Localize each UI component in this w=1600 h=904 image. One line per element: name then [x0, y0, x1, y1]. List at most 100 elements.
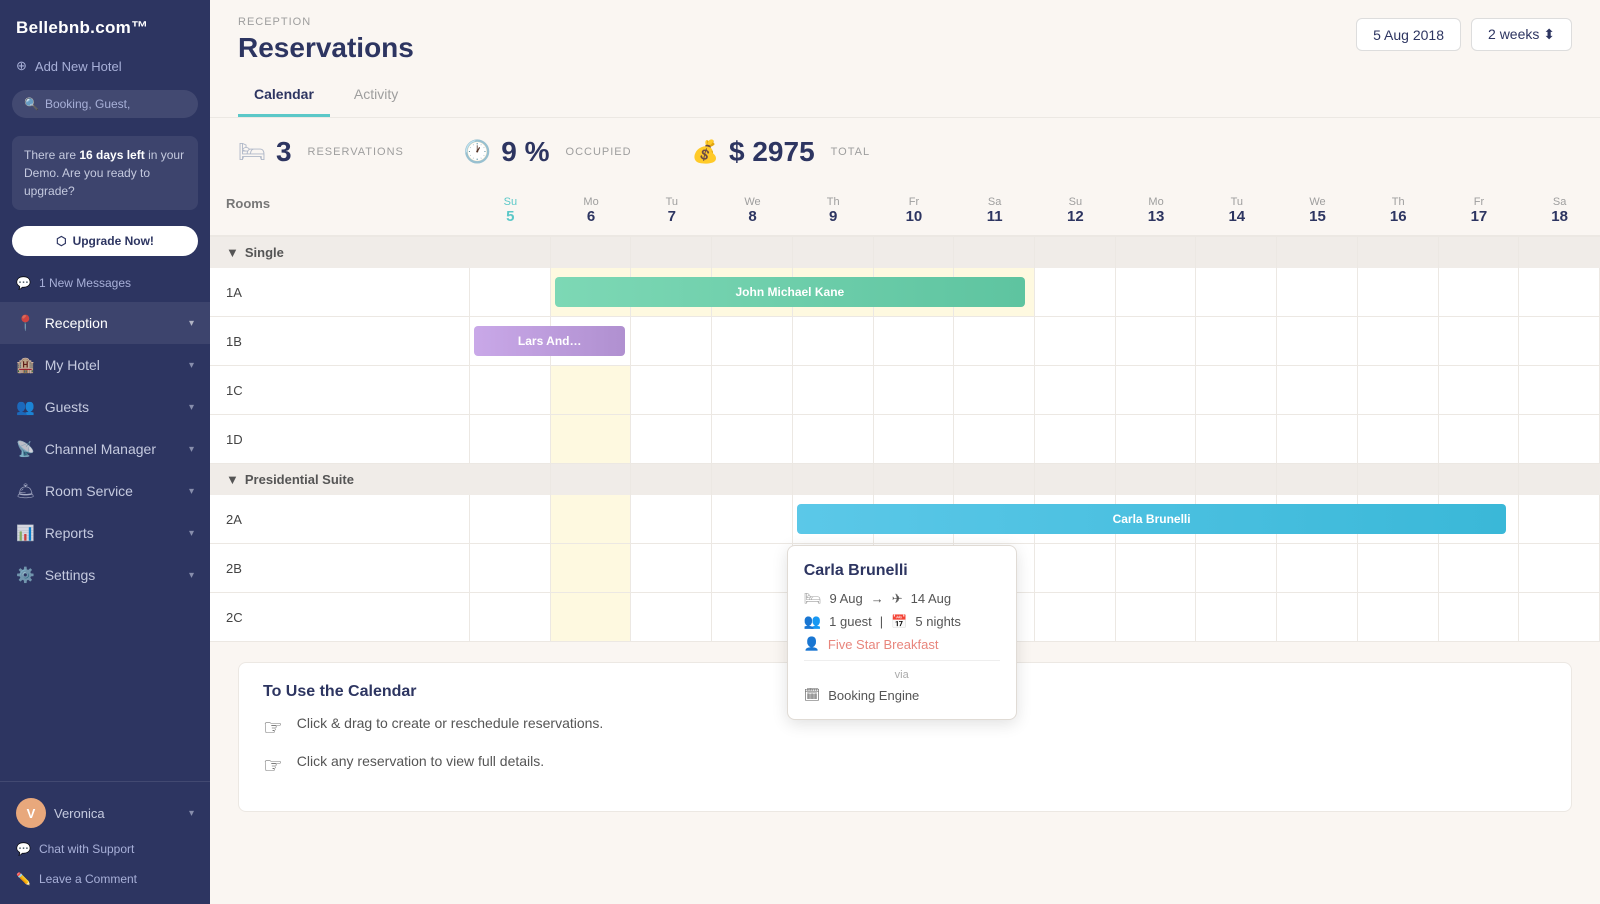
room-row-1C: 1C: [210, 366, 1600, 415]
room-1B-label: 1B: [210, 317, 470, 365]
sidebar-item-reception[interactable]: 📍 Reception ▾: [0, 302, 210, 344]
guest-count-icon: 👥: [804, 613, 821, 630]
sidebar-item-reports[interactable]: 📊 Reports ▾: [0, 512, 210, 554]
cell-1A-14[interactable]: [1196, 268, 1277, 316]
main-content: RECEPTION Reservations Calendar Activity…: [210, 0, 1600, 904]
reservation-lars[interactable]: Lars And…: [474, 326, 625, 356]
calendar-icon: 📅: [891, 614, 907, 630]
upgrade-icon: ⬡: [56, 234, 66, 248]
chevron-down-icon: ▾: [189, 808, 194, 819]
stats-bar: 🛏 3 RESERVATIONS 🕐 9 % OCCUPIED 💰 $ 2975…: [210, 118, 1600, 186]
day-header-16: Th16: [1358, 186, 1439, 235]
cell-2A-9[interactable]: Carla Brunelli Carla Brunelli 🛏 9 Aug → …: [793, 495, 874, 543]
search-input[interactable]: [45, 97, 186, 111]
day-header-8: We8: [712, 186, 793, 235]
day-header-5: Su5: [470, 186, 551, 235]
cell-1B-12[interactable]: [1035, 317, 1116, 365]
cell-1B-17[interactable]: [1439, 317, 1520, 365]
cell-1A-17[interactable]: [1439, 268, 1520, 316]
sidebar-item-room-service[interactable]: 🛎 Room Service ▾: [0, 470, 210, 512]
cell-1B-8[interactable]: [712, 317, 793, 365]
tab-calendar[interactable]: Calendar: [238, 78, 330, 117]
day-header-18: Sa18: [1519, 186, 1600, 235]
cell-1A-18[interactable]: [1519, 268, 1600, 316]
cell-1B-15[interactable]: [1277, 317, 1358, 365]
cell-1B-5[interactable]: Lars And…: [470, 317, 551, 365]
day-header-17: Fr17: [1439, 186, 1520, 235]
cell-1B-10[interactable]: [874, 317, 955, 365]
info-hint-2: ☞ Click any reservation to view full det…: [263, 753, 1547, 779]
collapse-icon: ▼: [226, 472, 239, 487]
hotel-icon: 🏨: [16, 356, 35, 374]
room-2B-label: 2B: [210, 544, 470, 592]
chevron-down-icon: ▾: [189, 360, 194, 371]
page-header: RECEPTION Reservations Calendar Activity…: [210, 0, 1600, 118]
popup-via-label: via: [804, 669, 1000, 681]
calendar-grid: Rooms Su5 Mo6 Tu7 We8 Th9 Fr10 Sa11 Su12…: [210, 186, 1600, 642]
cell-1A-5[interactable]: [470, 268, 551, 316]
period-selector-button[interactable]: 2 weeks ⬍: [1471, 18, 1572, 51]
cell-1B-18[interactable]: [1519, 317, 1600, 365]
add-hotel-button[interactable]: ⊕ Add New Hotel: [12, 52, 198, 80]
chevron-down-icon: ▾: [189, 486, 194, 497]
day-header-9: Th9: [793, 186, 874, 235]
guests-icon: 👥: [16, 398, 35, 416]
upgrade-button[interactable]: ⬡ Upgrade Now!: [12, 226, 198, 256]
day-header-14: Tu14: [1196, 186, 1277, 235]
messages-button[interactable]: 💬 1 New Messages: [12, 270, 198, 296]
cell-1B-9[interactable]: [793, 317, 874, 365]
cell-1A-15[interactable]: [1277, 268, 1358, 316]
booking-icon: 🗓: [804, 687, 821, 703]
stat-reservations: 🛏 3 RESERVATIONS: [238, 136, 404, 168]
click-hand-icon: ☞: [263, 753, 283, 779]
checkout-icon: ✈: [892, 591, 903, 607]
cell-1A-16[interactable]: [1358, 268, 1439, 316]
sidebar-item-settings[interactable]: ⚙️ Settings ▾: [0, 554, 210, 596]
day-header-12: Su12: [1035, 186, 1116, 235]
collapse-icon: ▼: [226, 245, 239, 260]
popup-dates: 🛏 9 Aug → ✈ 14 Aug: [804, 590, 1000, 607]
group-presidential-header: ▼ Presidential Suite: [210, 464, 1600, 495]
room-2A-label: 2A: [210, 495, 470, 543]
tab-activity[interactable]: Activity: [338, 78, 414, 117]
reservation-carla-brunelli[interactable]: Carla Brunelli: [797, 504, 1506, 534]
cell-1B-13[interactable]: [1116, 317, 1197, 365]
leave-comment-button[interactable]: ✏️ Leave a Comment: [12, 864, 198, 894]
sidebar-item-guests[interactable]: 👥 Guests ▾: [0, 386, 210, 428]
cell-1A-12[interactable]: [1035, 268, 1116, 316]
day-header-15: We15: [1277, 186, 1358, 235]
search-box[interactable]: 🔍: [12, 90, 198, 118]
demo-banner: There are 16 days left in your Demo. Are…: [12, 136, 198, 210]
tabs: Calendar Activity: [238, 78, 1572, 117]
day-header-13: Mo13: [1116, 186, 1197, 235]
sidebar: Bellebnb.com™ ⊕ Add New Hotel 🔍 There ar…: [0, 0, 210, 904]
stat-total: 💰 $ 2975 TOTAL: [692, 136, 870, 168]
cell-1A-13[interactable]: [1116, 268, 1197, 316]
sidebar-item-my-hotel[interactable]: 🏨 My Hotel ▾: [0, 344, 210, 386]
comment-icon: ✏️: [16, 872, 31, 886]
reservation-john-michael-kane[interactable]: John Michael Kane: [555, 277, 1025, 307]
reports-icon: 📊: [16, 524, 35, 542]
sidebar-item-channel-manager[interactable]: 📡 Channel Manager ▾: [0, 428, 210, 470]
sidebar-footer: V Veronica ▾ 💬 Chat with Support ✏️ Leav…: [0, 781, 210, 904]
cell-1A-6[interactable]: John Michael Kane: [551, 268, 632, 316]
room-row-1A: 1A John Michael Kane: [210, 268, 1600, 317]
user-profile[interactable]: V Veronica ▾: [12, 792, 198, 834]
group-single-label[interactable]: ▼ Single: [210, 237, 470, 268]
cell-1B-7[interactable]: [631, 317, 712, 365]
chat-support-button[interactable]: 💬 Chat with Support: [12, 834, 198, 864]
cell-1B-14[interactable]: [1196, 317, 1277, 365]
sidebar-nav: 📍 Reception ▾ 🏨 My Hotel ▾ 👥 Guests ▾ 📡 …: [0, 302, 210, 781]
meal-icon: 👤: [804, 636, 820, 652]
cell-1B-16[interactable]: [1358, 317, 1439, 365]
room-service-icon: 🛎: [16, 482, 35, 500]
header-controls: 5 Aug 2018 2 weeks ⬍: [1356, 18, 1572, 51]
avatar: V: [16, 798, 46, 828]
occupied-icon: 🕐: [464, 139, 491, 165]
reception-icon: 📍: [16, 314, 35, 332]
room-1D-label: 1D: [210, 415, 470, 463]
date-picker-button[interactable]: 5 Aug 2018: [1356, 18, 1461, 51]
cell-1B-11[interactable]: [954, 317, 1035, 365]
plus-icon: ⊕: [16, 58, 27, 74]
group-presidential-label[interactable]: ▼ Presidential Suite: [210, 464, 470, 495]
